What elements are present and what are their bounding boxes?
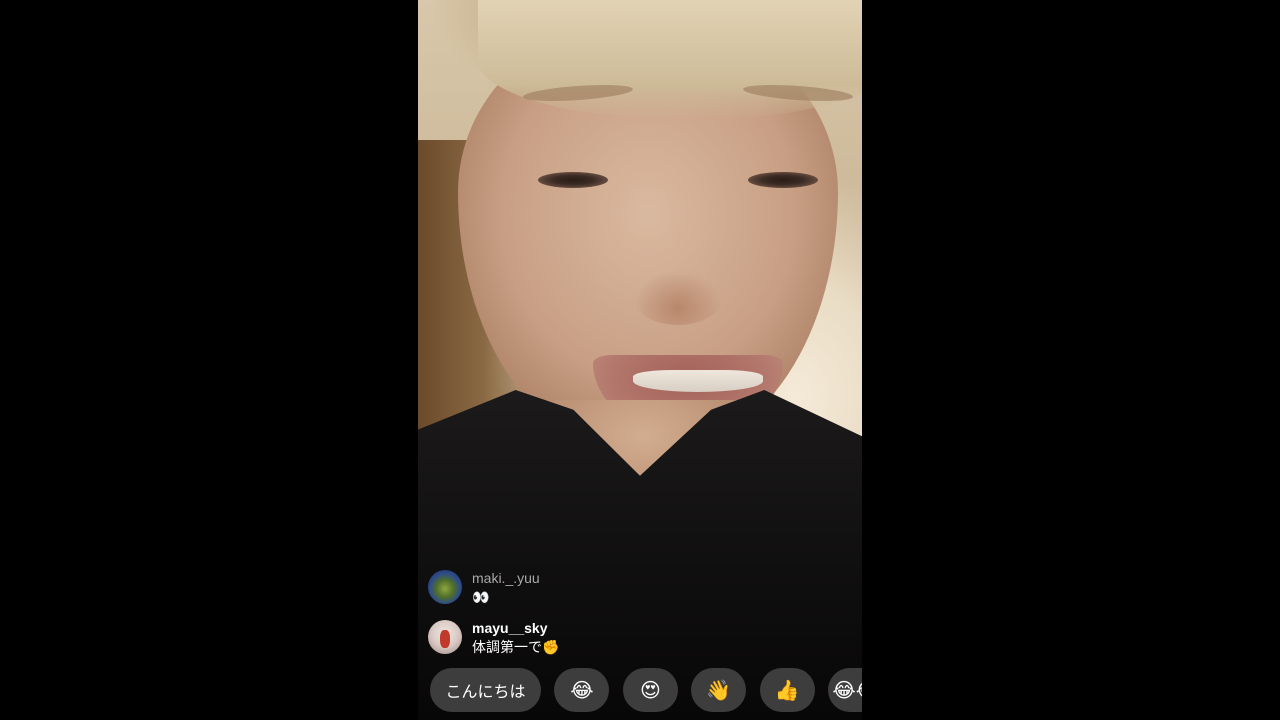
reaction-chip-laugh[interactable]: 😂 <box>554 668 610 712</box>
teeth-shape <box>633 370 763 392</box>
reaction-chip-wave[interactable]: 👋 <box>691 668 747 712</box>
right-eye-shape <box>748 172 818 188</box>
reaction-chip-heart-eyes[interactable]: 😍 <box>622 668 678 712</box>
avatar[interactable] <box>428 620 462 654</box>
stage: maki._.yuu 👀 mayu__sky 体調第一で✊ こんにちは 😂 😍 … <box>0 0 1280 720</box>
quick-reactions-bar: こんにちは 😂 😍 👋 👍 😂😂 <box>430 668 862 714</box>
comment-username[interactable]: maki._.yuu <box>472 570 540 587</box>
comment-message: 👀 <box>472 589 490 605</box>
comment-message: 体調第一で✊ <box>472 639 560 655</box>
comment-username[interactable]: mayu__sky <box>472 620 559 637</box>
comment-body: maki._.yuu 👀 <box>472 570 540 606</box>
fringe-shape <box>478 0 862 120</box>
comment-item: maki._.yuu 👀 <box>428 570 728 606</box>
comment-item: mayu__sky 体調第一で✊ <box>428 620 728 656</box>
avatar[interactable] <box>428 570 462 604</box>
face-shape <box>458 0 862 450</box>
reaction-chip-greeting[interactable]: こんにちは <box>430 668 541 712</box>
comment-body: mayu__sky 体調第一で✊ <box>472 620 559 656</box>
reaction-chip-thumbs-up[interactable]: 👍 <box>759 668 815 712</box>
left-eye-shape <box>538 172 608 188</box>
reaction-chip-double-laugh[interactable]: 😂😂 <box>828 668 862 712</box>
nose-shape <box>633 270 723 325</box>
live-comments: maki._.yuu 👀 mayu__sky 体調第一で✊ <box>428 570 728 670</box>
